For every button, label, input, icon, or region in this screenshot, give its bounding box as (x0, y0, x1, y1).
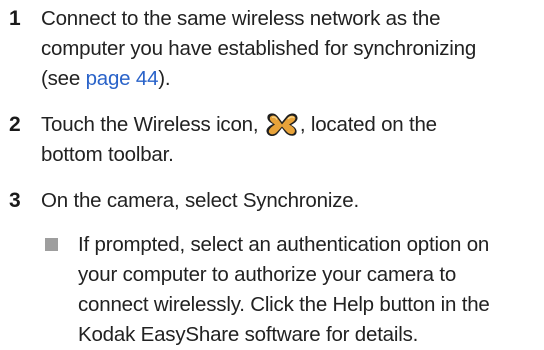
see-prefix: (see (41, 67, 86, 90)
bullet-line: If prompted, select an authentication op… (78, 233, 490, 256)
touch-prefix: Touch the Wireless icon, (41, 113, 259, 136)
bullet-line: Kodak EasyShare software for details. (78, 323, 419, 346)
touch-suffix: , located on the (299, 113, 437, 136)
instruction-page: 1 Connect to the same wireless network a… (0, 0, 544, 349)
step-text: Connect to the same wireless network as … (41, 4, 539, 94)
step-line: bottom toolbar. (41, 143, 174, 166)
step-number: 3 (9, 189, 21, 212)
step-line: computer you have established for synchr… (41, 37, 477, 60)
step-number: 1 (9, 7, 21, 30)
bullet-text: If prompted, select an authentication op… (78, 230, 540, 350)
wireless-icon (265, 111, 299, 137)
step-text: Touch the Wireless icon, , located on th… (41, 110, 539, 170)
step-text: On the camera, select Synchronize. (41, 186, 539, 216)
step-line: (see page 44). (41, 64, 539, 94)
step-line: On the camera, select Synchronize. (41, 189, 359, 212)
step-line: Connect to the same wireless network as … (41, 7, 441, 30)
bullet-line: connect wirelessly. Click the Help butto… (78, 293, 490, 316)
see-suffix: ). (158, 67, 171, 90)
page-44-link[interactable]: page 44 (86, 67, 159, 90)
step-line: Touch the Wireless icon, , located on th… (41, 110, 539, 140)
step-number: 2 (9, 113, 21, 136)
bullet-line: your computer to authorize your camera t… (78, 263, 457, 286)
square-bullet-icon (45, 238, 58, 251)
